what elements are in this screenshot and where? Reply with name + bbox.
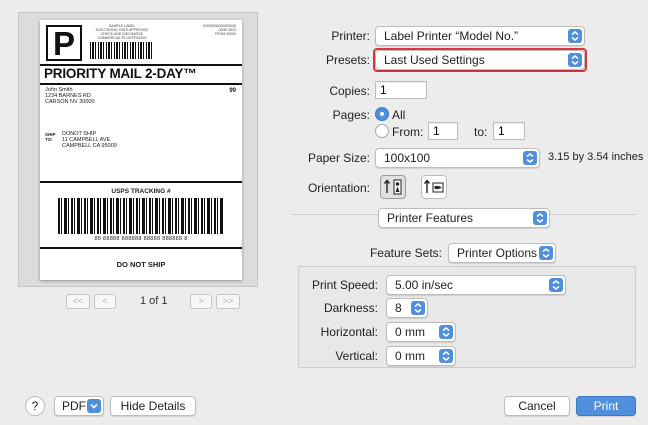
paper-size-label: Paper Size: <box>307 151 370 165</box>
last-page-button[interactable]: >> <box>216 294 240 309</box>
chevron-updown-icon <box>439 325 453 339</box>
darkness-select[interactable]: 8 <box>386 298 428 318</box>
first-page-button[interactable]: << <box>66 294 90 309</box>
label-ship-to-tag: SHIP TO: <box>45 132 56 142</box>
chevron-updown-icon <box>523 151 537 165</box>
pages-range-radio[interactable] <box>375 124 389 138</box>
vertical-value: 0 mm <box>395 349 425 363</box>
chevron-updown-icon <box>549 278 563 292</box>
printer-label: Printer: <box>331 29 370 43</box>
label-sender-address: John Smith 1234 BARNES RD CARSON NV 3000… <box>45 87 95 105</box>
presets-select[interactable]: Last Used Settings <box>375 50 585 70</box>
paper-size-value: 100x100 <box>384 151 431 165</box>
previous-page-button[interactable]: < <box>94 294 116 309</box>
printer-select[interactable]: Label Printer “Model No.” <box>375 26 585 46</box>
presets-label: Presets: <box>325 53 370 67</box>
print-button[interactable]: Print <box>576 396 636 416</box>
paper-dimensions-text: 3.15 by 3.54 inches <box>548 151 644 163</box>
section-value: Printer Features <box>387 211 474 225</box>
label-zone-code: 99 <box>229 88 236 94</box>
cancel-button[interactable]: Cancel <box>504 396 570 416</box>
pages-to-label: to: <box>474 125 488 139</box>
chevron-updown-icon <box>568 29 582 43</box>
print-speed-select[interactable]: 5.00 in/sec <box>386 275 566 295</box>
pdf-label: PDF <box>62 399 86 413</box>
chevron-updown-icon <box>411 301 425 315</box>
label-service-letter: P <box>46 25 82 61</box>
horizontal-select[interactable]: 0 mm <box>386 322 456 342</box>
label-footer-text: DO NOT SHIP <box>116 260 166 269</box>
horizontal-value: 0 mm <box>395 325 425 339</box>
pdf-menu-button[interactable]: PDF <box>54 396 104 416</box>
label-service-title: PRIORITY MAIL 2-DAY™ <box>44 66 197 81</box>
print-speed-label: Print Speed: <box>311 278 378 292</box>
label-tracking-barcode <box>58 198 224 234</box>
presets-value: Last Used Settings <box>384 53 485 67</box>
hide-details-button[interactable]: Hide Details <box>110 396 196 416</box>
label-permit-print: 00000000000000000 JUNE 2023 FROM 00000 <box>202 24 236 36</box>
portrait-orientation-icon <box>383 179 402 195</box>
printer-value: Label Printer “Model No.” <box>384 29 519 43</box>
label-tracking-number: 88 88888 888888 88888 888888 8 <box>94 236 188 242</box>
paper-size-select[interactable]: 100x100 <box>375 148 540 168</box>
label-preview: P SAMPLE LABEL ELECTRONIC RATE APPROVED … <box>40 20 242 280</box>
horizontal-label: Horizontal: <box>320 325 378 339</box>
label-tracking-heading: USPS TRACKING # <box>111 188 171 195</box>
pages-all-radio[interactable] <box>375 107 389 121</box>
chevron-down-icon <box>87 399 101 413</box>
feature-sets-label: Feature Sets: <box>369 246 442 260</box>
pages-to-field[interactable] <box>493 122 525 140</box>
darkness-value: 8 <box>395 301 402 315</box>
next-page-button[interactable]: > <box>190 294 212 309</box>
feature-sets-select[interactable]: Printer Options <box>448 243 556 263</box>
pages-label: Pages: <box>332 108 370 122</box>
orientation-label: Orientation: <box>307 181 370 195</box>
label-recipient-address: DONOT SHIP 11 CAMPBELL AVE CAMPBELL CA 9… <box>62 131 117 149</box>
orientation-portrait-button[interactable] <box>380 175 406 199</box>
feature-sets-value: Printer Options <box>457 246 538 260</box>
vertical-label: Vertical: <box>335 349 378 363</box>
vertical-select[interactable]: 0 mm <box>386 346 456 366</box>
help-button[interactable]: ? <box>25 396 45 416</box>
section-select[interactable]: Printer Features <box>378 208 550 228</box>
landscape-orientation-icon <box>423 179 444 193</box>
page-counter: 1 of 1 <box>140 295 168 307</box>
pages-all-label: All <box>392 108 406 122</box>
label-fine-print: SAMPLE LABEL ELECTRONIC RATE APPROVED CH… <box>95 24 149 40</box>
chevron-updown-icon <box>533 211 547 225</box>
copies-label: Copies: <box>329 84 370 98</box>
label-mini-barcode <box>90 42 152 59</box>
chevron-updown-icon <box>568 53 582 67</box>
chevron-updown-icon <box>439 349 453 363</box>
darkness-label: Darkness: <box>323 301 378 315</box>
chevron-updown-icon <box>539 246 553 260</box>
pages-from-label: From: <box>392 125 424 139</box>
copies-field[interactable] <box>375 81 427 99</box>
print-speed-value: 5.00 in/sec <box>395 278 454 292</box>
pages-from-field[interactable] <box>428 122 458 140</box>
orientation-landscape-button[interactable] <box>421 175 447 199</box>
